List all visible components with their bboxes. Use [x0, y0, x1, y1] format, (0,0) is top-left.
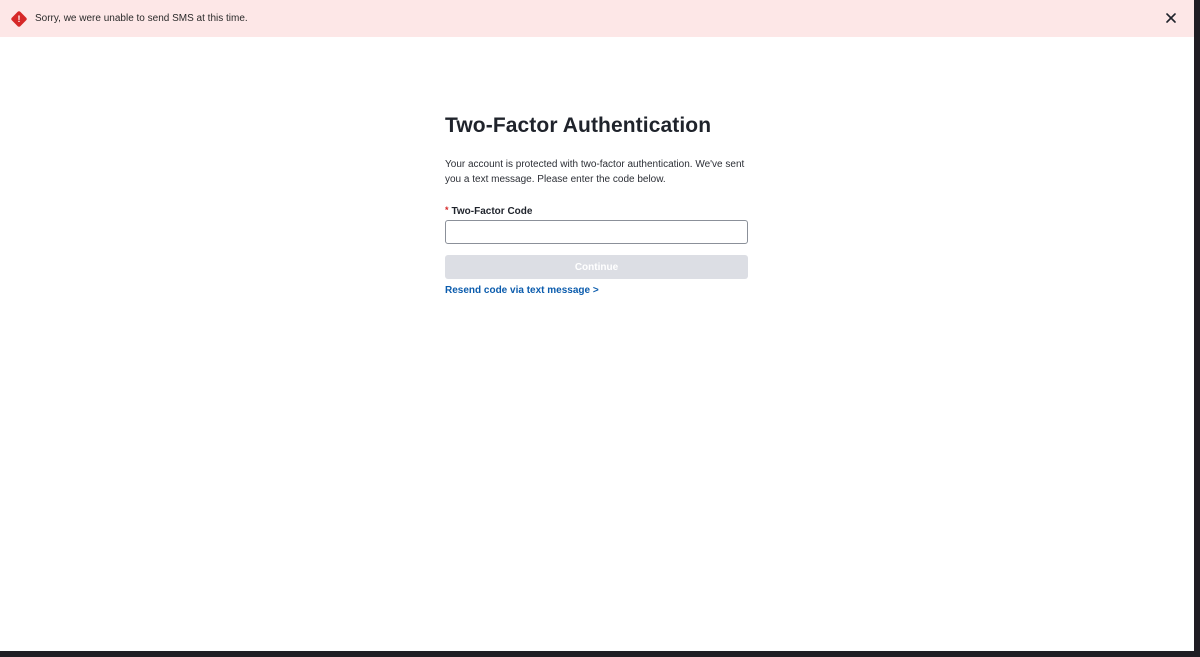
resend-code-link[interactable]: Resend code via text message > — [445, 285, 599, 296]
field-label: * Two-Factor Code — [445, 204, 749, 218]
error-diamond-icon: ! — [10, 10, 28, 27]
description-text: Your account is protected with two-facto… — [445, 159, 745, 185]
continue-button[interactable]: Continue — [445, 255, 748, 279]
alert-message: Sorry, we were unable to send SMS at thi… — [35, 13, 248, 24]
error-alert-banner: ! Sorry, we were unable to send SMS at t… — [0, 0, 1194, 37]
two-factor-code-input[interactable] — [445, 220, 748, 244]
field-label-text: Two-Factor Code — [451, 205, 533, 217]
error-icon-glyph: ! — [17, 13, 21, 23]
two-factor-form: Two-Factor Authentication Your account i… — [445, 112, 749, 298]
app-window: ! Sorry, we were unable to send SMS at t… — [0, 0, 1194, 651]
page-title: Two-Factor Authentication — [445, 114, 712, 137]
required-marker: * — [445, 205, 449, 215]
close-icon[interactable] — [1164, 11, 1178, 25]
